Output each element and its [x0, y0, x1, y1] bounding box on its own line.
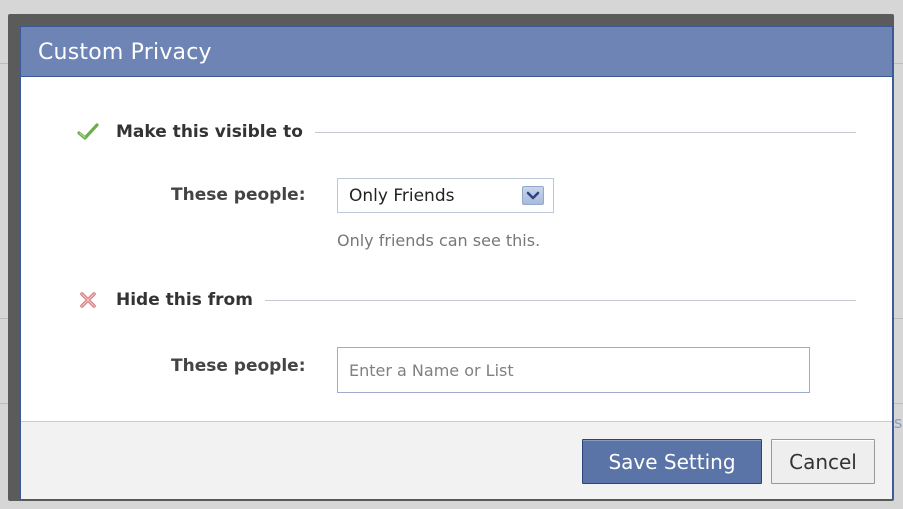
- x-mark-icon: [76, 288, 100, 312]
- custom-privacy-dialog: Custom Privacy Make this visible to Thes…: [20, 26, 893, 500]
- hide-people-input[interactable]: [337, 347, 810, 393]
- hide-section-title: Hide this from: [116, 290, 265, 310]
- hide-section-header: Hide this from: [76, 288, 856, 312]
- chevron-down-icon[interactable]: [522, 186, 544, 205]
- dialog-title: Custom Privacy: [38, 40, 212, 65]
- checkmark-icon: [76, 120, 100, 144]
- dialog-footer: Save Setting Cancel: [21, 421, 892, 499]
- visible-section-header: Make this visible to: [76, 120, 856, 144]
- visible-section-title: Make this visible to: [116, 122, 315, 142]
- visibility-select-value: Only Friends: [349, 186, 455, 206]
- visible-people-label: These people:: [171, 185, 306, 205]
- save-setting-button[interactable]: Save Setting: [582, 439, 762, 484]
- hide-people-label: These people:: [171, 356, 306, 376]
- dialog-header: Custom Privacy: [21, 27, 892, 77]
- backdrop-edge-text: s: [894, 413, 903, 432]
- visibility-select[interactable]: Only Friends: [337, 178, 554, 213]
- cancel-button[interactable]: Cancel: [771, 439, 875, 484]
- visibility-helper-text: Only friends can see this.: [337, 231, 541, 250]
